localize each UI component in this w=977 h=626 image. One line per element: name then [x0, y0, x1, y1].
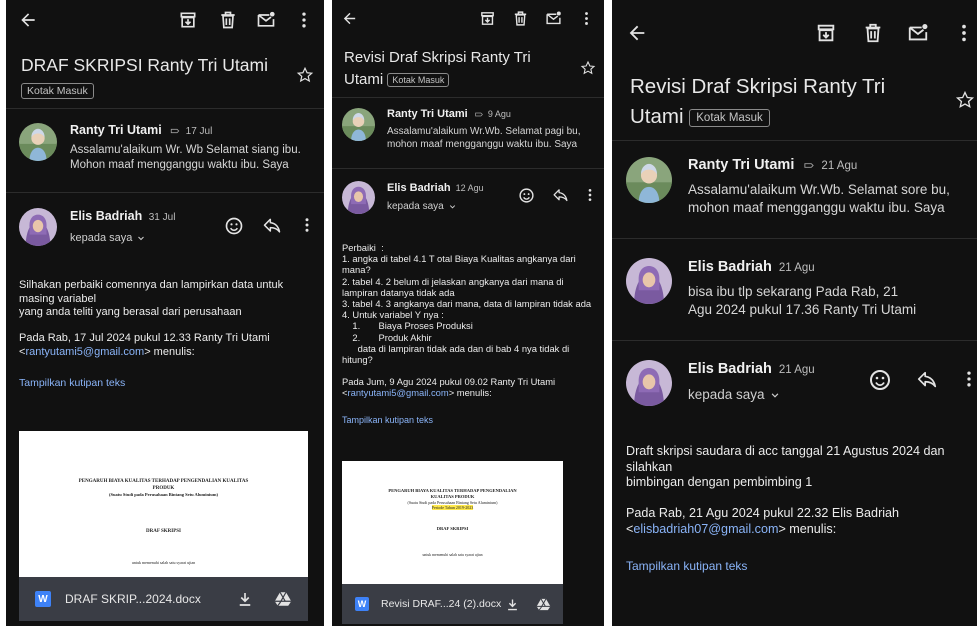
show-quoted-text-link[interactable]: Tampilkan kutipan teks — [19, 377, 125, 389]
avatar — [19, 123, 57, 161]
sender-name[interactable]: Ranty Tri Utami 17 Jul — [70, 123, 212, 137]
trash-icon[interactable] — [512, 10, 529, 27]
mark-unread-icon[interactable] — [256, 10, 276, 30]
emoji-reaction-icon[interactable] — [224, 216, 244, 236]
attachment-preview[interactable]: PENGARUH BIAYA KUALITAS TERHADAP PENGEND… — [19, 431, 308, 581]
message-more-icon[interactable] — [582, 187, 598, 203]
label-chip[interactable]: Kotak Masuk — [387, 73, 450, 88]
label-chip[interactable]: Kotak Masuk — [21, 82, 94, 99]
reply-header: Pada Rab, 17 Jul 2024 pukul 12.33 Ranty … — [19, 332, 270, 358]
email-panel-2: Revisi Draf Skripsi Ranty Tri Utami Kota… — [332, 0, 604, 626]
message-body: Silhakan perbaiki comennya dan lampirkan… — [19, 279, 284, 318]
download-icon[interactable] — [505, 597, 520, 612]
recipient-dropdown[interactable]: kepada saya — [688, 387, 782, 402]
sender-name[interactable]: Ranty Tri Utami 9 Agu — [387, 108, 511, 120]
sender-name[interactable]: Elis Badriah 12 Agu — [387, 182, 484, 194]
label-icon — [801, 160, 817, 171]
message-snippet[interactable]: Assalamu'alaikum Wr.Wb. Selamat pagi bu,… — [387, 125, 580, 151]
emoji-reaction-icon[interactable] — [518, 187, 535, 204]
doc-section: DRAF SKRIPSI — [146, 529, 181, 534]
sender-name[interactable]: Elis Badriah 31 Jul — [70, 209, 175, 223]
mark-unread-icon[interactable] — [907, 22, 929, 44]
reply-icon[interactable] — [916, 369, 938, 391]
label-chip[interactable]: Kotak Masuk — [689, 108, 770, 127]
reply-header: Pada Rab, 21 Agu 2024 pukul 22.32 Elis B… — [626, 506, 900, 536]
message-snippet[interactable]: Assalamu'alaikum Wr. Wb Selamat siang ib… — [70, 143, 301, 172]
word-doc-icon: W — [35, 591, 51, 607]
archive-icon[interactable] — [479, 10, 496, 27]
trash-icon[interactable] — [862, 22, 884, 44]
sender-name[interactable]: Elis Badriah 21 Agu — [688, 361, 815, 377]
star-icon[interactable] — [955, 90, 975, 110]
back-arrow-icon[interactable] — [626, 22, 648, 44]
email-panel-1: DRAF SKRIPSI Ranty Tri Utami Kotak Masuk… — [6, 0, 324, 626]
mark-unread-icon[interactable] — [545, 10, 562, 27]
recipient-dropdown[interactable]: kepada saya — [70, 232, 147, 244]
avatar — [626, 360, 672, 406]
message-more-icon[interactable] — [959, 369, 977, 389]
back-arrow-icon[interactable] — [341, 10, 358, 27]
trash-icon[interactable] — [218, 10, 238, 30]
archive-icon[interactable] — [178, 10, 198, 30]
email-subject: Revisi Draf Skripsi Ranty Tri Utami Kota… — [344, 49, 531, 88]
word-doc-icon: W — [355, 597, 369, 611]
more-options-icon[interactable] — [578, 10, 595, 27]
archive-icon[interactable] — [815, 22, 837, 44]
save-to-drive-icon[interactable] — [536, 597, 551, 612]
label-icon — [168, 126, 182, 136]
doc-section: DRAF SKRIPSI — [436, 525, 469, 531]
attachment-name[interactable]: DRAF SKRIP...2024.docx — [65, 592, 236, 606]
email-link[interactable]: rantyutami5@gmail.com — [347, 387, 448, 398]
more-options-icon[interactable] — [953, 22, 975, 44]
message-body: Perbaiki : 1. angka di tabel 4.1 T otal … — [342, 242, 592, 366]
message-more-icon[interactable] — [298, 216, 316, 234]
show-quoted-text-link[interactable]: Tampilkan kutipan teks — [626, 559, 747, 573]
back-arrow-icon[interactable] — [18, 10, 38, 30]
recipient-dropdown[interactable]: kepada saya — [387, 201, 458, 212]
more-options-icon[interactable] — [294, 10, 314, 30]
message-snippet[interactable]: bisa ibu tlp sekarang Pada Rab, 21 Agu 2… — [688, 283, 916, 319]
reply-header: Pada Jum, 9 Agu 2024 pukul 09.02 Ranty T… — [342, 376, 556, 399]
sender-name[interactable]: Ranty Tri Utami 21 Agu — [688, 157, 857, 173]
email-subject: Revisi Draf Skripsi Ranty Tri Utami Kota… — [630, 75, 886, 128]
chevron-down-icon — [135, 232, 147, 244]
attachment-name[interactable]: Revisi DRAF...24 (2).docx — [381, 598, 505, 610]
doc-note: untuk memenuhi salah satu syarat ujian — [422, 552, 483, 557]
email-link[interactable]: elisbadriah07@gmail.com — [633, 522, 778, 536]
message-body: Draft skripsi saudara di acc tanggal 21 … — [626, 444, 945, 489]
attachment-preview[interactable]: PENGARUH BIAYA KUALITAS TERHADAP PENGEND… — [342, 461, 563, 587]
doc-title: PENGARUH BIAYA KUALITAS TERHADAP PENGEND… — [388, 488, 517, 499]
download-icon[interactable] — [236, 590, 254, 608]
emoji-reaction-icon[interactable] — [868, 368, 892, 392]
avatar — [626, 157, 672, 203]
avatar — [626, 258, 672, 304]
message-snippet[interactable]: Assalamu'alaikum Wr.Wb. Selamat sore bu,… — [688, 181, 950, 217]
email-link[interactable]: rantyutami5@gmail.com — [25, 346, 144, 358]
avatar — [342, 108, 375, 141]
avatar — [342, 181, 375, 214]
sender-name[interactable]: Elis Badriah 21 Agu — [688, 259, 815, 275]
label-icon — [473, 110, 485, 119]
doc-note: untuk memenuhi salah satu syarat ujian — [131, 560, 196, 565]
email-subject: DRAF SKRIPSI Ranty Tri Utami — [21, 55, 268, 75]
reply-icon[interactable] — [552, 187, 569, 204]
reply-icon[interactable] — [262, 216, 282, 236]
star-icon[interactable] — [296, 66, 314, 84]
avatar — [19, 208, 57, 246]
attachment-bar[interactable]: W Revisi DRAF...24 (2).docx — [342, 584, 563, 624]
show-quoted-text-link[interactable]: Tampilkan kutipan teks — [342, 415, 433, 425]
star-icon[interactable] — [580, 60, 596, 76]
doc-subtitle: (Suatu Studi pada Perusahaan Bintang Set… — [108, 492, 219, 497]
doc-title: PENGARUH BIAYA KUALITAS TERHADAP PENGEND… — [78, 479, 249, 491]
label-chip-container: Kotak Masuk — [21, 82, 94, 100]
doc-highlight: Periode Tahun 2019-2023 — [431, 504, 474, 510]
attachment-bar[interactable]: W DRAF SKRIP...2024.docx — [19, 577, 308, 621]
chevron-down-icon — [768, 388, 782, 402]
email-panel-3: Revisi Draf Skripsi Ranty Tri Utami Kota… — [612, 0, 977, 626]
chevron-down-icon — [447, 201, 458, 212]
save-to-drive-icon[interactable] — [274, 590, 292, 608]
